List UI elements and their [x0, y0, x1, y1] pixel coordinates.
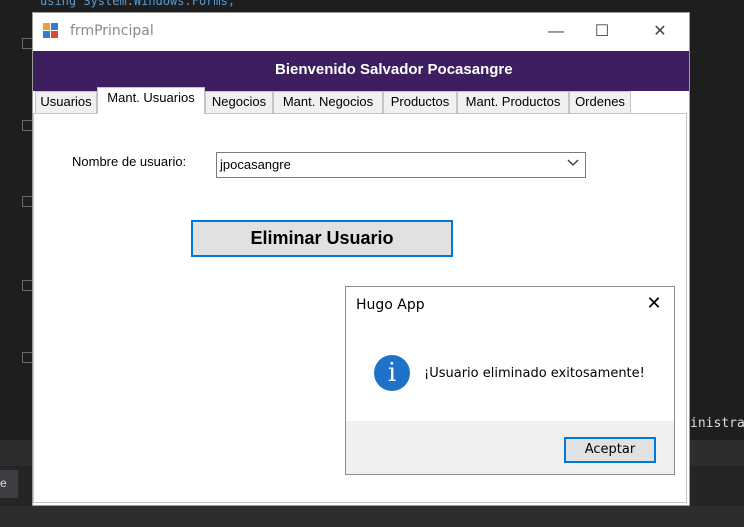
tab-usuarios[interactable]: Usuarios	[35, 91, 97, 113]
accept-button[interactable]: Aceptar	[564, 437, 656, 463]
welcome-header: Bienvenido Salvador Pocasangre	[33, 51, 689, 91]
user-select[interactable]: jpocasangre	[216, 152, 586, 178]
ide-status-bar	[0, 506, 744, 527]
tab-mant-negocios[interactable]: Mant. Negocios	[273, 91, 383, 113]
chevron-down-icon[interactable]	[567, 156, 579, 171]
title-bar[interactable]: frmPrincipal — ☐ ✕	[33, 13, 689, 51]
tab-mant-usuarios[interactable]: Mant. Usuarios	[97, 87, 205, 114]
ide-code-fragment: inistra	[690, 416, 744, 431]
ide-code-line: using System.Windows.Forms;	[40, 0, 236, 8]
close-icon[interactable]: ✕	[644, 293, 664, 313]
minimize-button[interactable]: —	[533, 13, 579, 51]
user-select-value: jpocasangre	[220, 157, 291, 172]
tab-ordenes[interactable]: Ordenes	[569, 91, 631, 113]
message-text: ¡Usuario eliminado exitosamente!	[424, 366, 645, 381]
delete-user-button[interactable]: Eliminar Usuario	[191, 220, 453, 257]
maximize-button[interactable]: ☐	[579, 13, 625, 51]
ide-tab[interactable]: e	[0, 470, 18, 498]
message-box-footer: Aceptar	[346, 421, 674, 474]
message-box-body: i ¡Usuario eliminado exitosamente!	[346, 321, 674, 421]
info-icon: i	[374, 355, 410, 391]
message-box: Hugo App ✕ i ¡Usuario eliminado exitosam…	[345, 286, 675, 475]
message-box-title: Hugo App	[356, 297, 425, 313]
welcome-text: Bienvenido Salvador Pocasangre	[275, 61, 513, 78]
window-title: frmPrincipal	[70, 23, 154, 39]
tab-productos[interactable]: Productos	[383, 91, 457, 113]
ide-gutter	[0, 0, 33, 440]
user-name-label: Nombre de usuario:	[72, 154, 187, 169]
app-icon	[43, 23, 59, 39]
tab-negocios[interactable]: Negocios	[205, 91, 273, 113]
close-button[interactable]: ✕	[637, 13, 683, 51]
tab-mant-productos[interactable]: Mant. Productos	[457, 91, 569, 113]
